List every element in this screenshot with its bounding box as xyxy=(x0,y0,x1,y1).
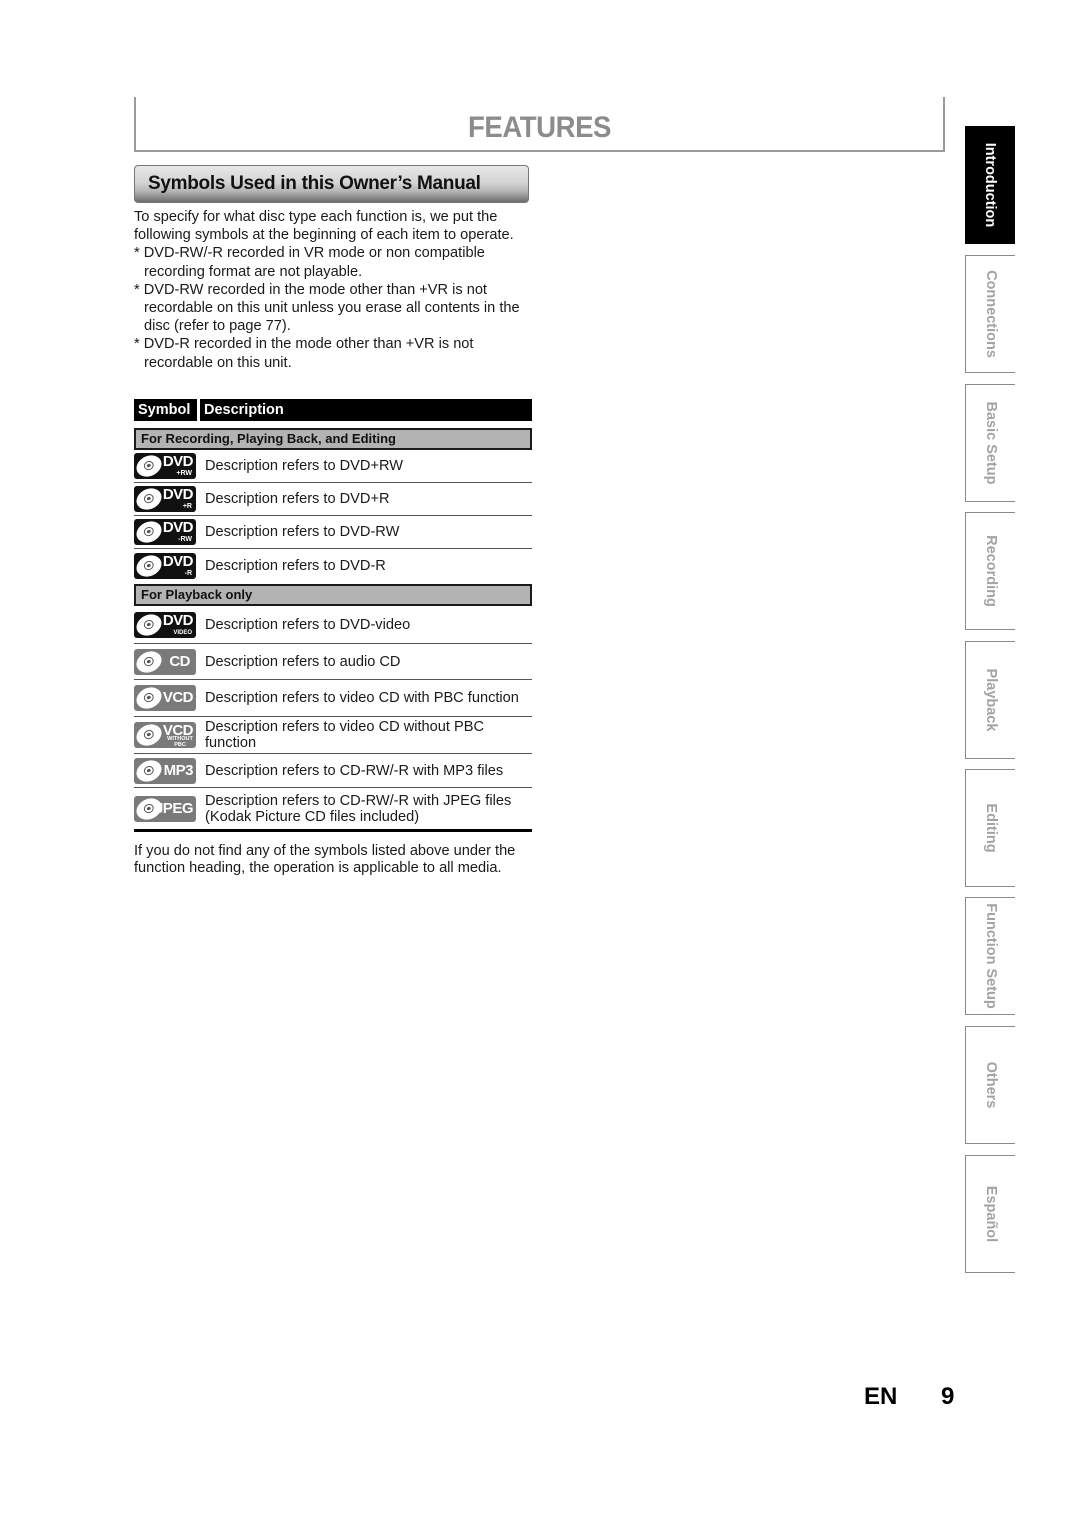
tab-recording[interactable]: Recording xyxy=(965,512,1015,630)
tab-others[interactable]: Others xyxy=(965,1026,1015,1144)
vcd-icon: VCD xyxy=(134,685,196,711)
jpeg-icon: JPEG xyxy=(134,795,196,822)
intro-note: * DVD-RW/-R recorded in VR mode or non c… xyxy=(134,245,485,280)
intro-text: To specify for what disc type each funct… xyxy=(134,208,534,372)
table-row: DVD +RW Description refers to DVD+RW xyxy=(134,450,532,483)
cd-icon: CD xyxy=(134,648,196,675)
table-header: Symbol Description xyxy=(134,399,532,421)
footnote: If you do not find any of the symbols li… xyxy=(134,843,516,876)
tab-playback[interactable]: Playback xyxy=(965,641,1015,759)
page-number: 9 xyxy=(941,1383,955,1410)
vcd-without-pbc-icon: VCD WITHOUT PBC xyxy=(134,722,196,748)
row-description: Description refers to DVD-RW xyxy=(205,524,400,540)
dvd-plus-rw-icon: DVD +RW xyxy=(134,453,196,479)
intro-paragraph: To specify for what disc type each funct… xyxy=(134,209,514,244)
intro-note: * DVD-RW recorded in the mode other than… xyxy=(134,281,520,335)
tab-espanol[interactable]: Español xyxy=(965,1155,1015,1273)
row-description: Description refers to audio CD xyxy=(205,653,401,670)
tab-editing[interactable]: Editing xyxy=(965,769,1015,887)
tab-connections[interactable]: Connections xyxy=(965,255,1015,373)
row-description: Description refers to DVD-video xyxy=(205,616,411,633)
table-row: VCD WITHOUT PBC Description refers to vi… xyxy=(134,717,532,754)
table-row: DVD -R Description refers to DVD-R xyxy=(134,549,532,582)
table-row: DVD -RW Description refers to DVD-RW xyxy=(134,516,532,549)
dvd-plus-r-icon: DVD +R xyxy=(134,486,196,512)
table-row: JPEG Description refers to CD-RW/-R with… xyxy=(134,788,532,832)
tab-basic-setup[interactable]: Basic Setup xyxy=(965,384,1015,502)
tab-introduction[interactable]: Introduction xyxy=(965,126,1015,244)
row-description: Description refers to video CD without P… xyxy=(205,719,485,751)
page-title-box: FEATURES xyxy=(134,97,945,152)
intro-note: * DVD-R recorded in the mode other than … xyxy=(134,336,474,371)
row-description: Description refers to CD-RW/-R with MP3 … xyxy=(205,762,504,779)
table-row: MP3 Description refers to CD-RW/-R with … xyxy=(134,754,532,788)
symbol-table: Symbol Description For Recording, Playin… xyxy=(134,399,532,832)
row-description: Description refers to DVD-R xyxy=(205,557,386,574)
group-header-playback: For Playback only xyxy=(134,584,532,606)
dvd-minus-r-icon: DVD -R xyxy=(134,552,196,579)
section-heading: Symbols Used in this Owner’s Manual xyxy=(134,165,529,203)
page-title: FEATURES xyxy=(467,111,612,144)
header-description: Description xyxy=(200,399,532,421)
row-description: Description refers to DVD+R xyxy=(205,491,390,507)
row-description: Description refers to DVD+RW xyxy=(205,458,404,474)
group-header-recording: For Recording, Playing Back, and Editing xyxy=(134,428,532,450)
table-row: DVD +R Description refers to DVD+R xyxy=(134,483,532,516)
section-heading-text: Symbols Used in this Owner’s Manual xyxy=(148,173,481,194)
tab-function-setup[interactable]: Function Setup xyxy=(965,897,1015,1015)
dvd-video-icon: DVD VIDEO xyxy=(134,611,196,638)
language-code: EN xyxy=(864,1383,898,1410)
row-description: Description refers to CD-RW/-R with JPEG… xyxy=(205,792,512,825)
mp3-icon: MP3 xyxy=(134,757,196,784)
row-description: Description refers to video CD with PBC … xyxy=(205,690,519,706)
header-symbol: Symbol xyxy=(134,399,197,421)
table-row: DVD VIDEO Description refers to DVD-vide… xyxy=(134,606,532,644)
dvd-minus-rw-icon: DVD -RW xyxy=(134,519,196,545)
table-row: CD Description refers to audio CD xyxy=(134,644,532,680)
table-row: VCD Description refers to video CD with … xyxy=(134,680,532,717)
